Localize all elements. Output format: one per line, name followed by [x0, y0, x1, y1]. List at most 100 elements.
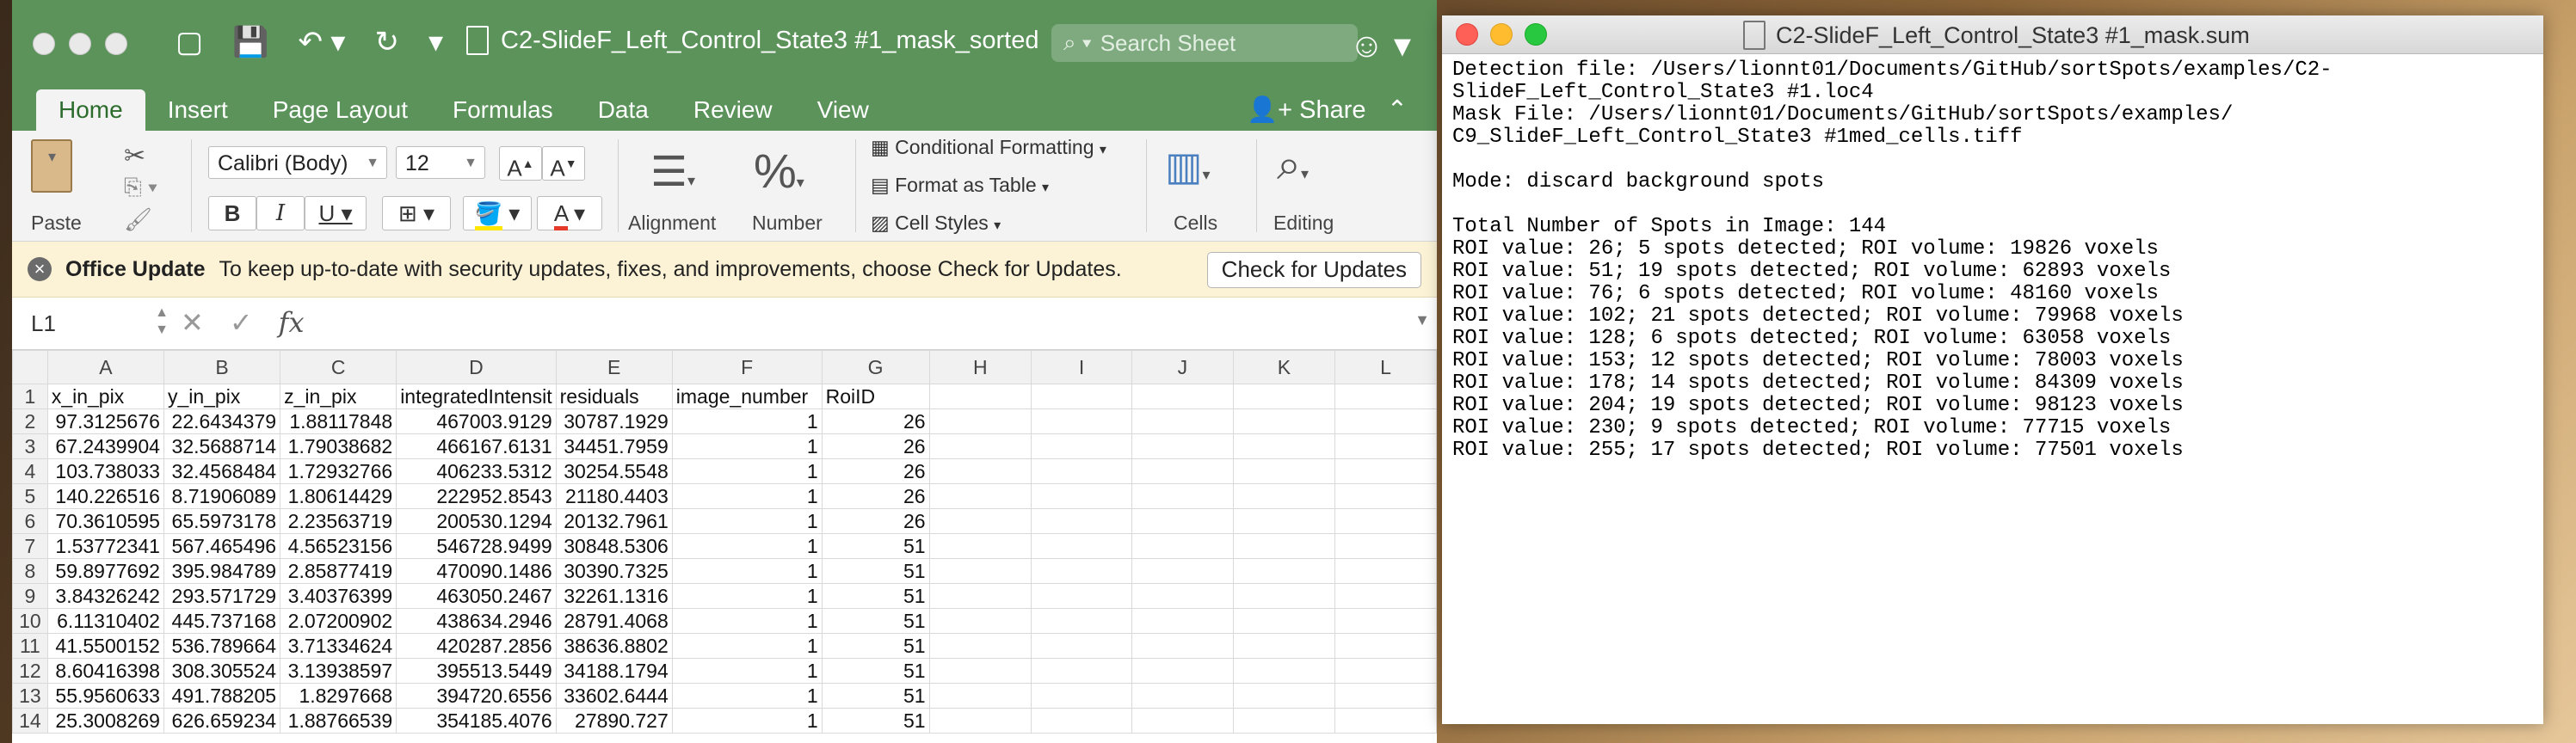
table-cell[interactable]: 438634.2946: [396, 608, 557, 634]
font-name-select[interactable]: Calibri (Body) ▼: [208, 146, 387, 179]
column-header[interactable]: F: [671, 350, 823, 384]
table-cell[interactable]: 1: [671, 708, 823, 734]
row-header[interactable]: 8: [12, 558, 48, 584]
table-cell[interactable]: 34188.1794: [555, 658, 673, 684]
insert-function-icon[interactable]: fx: [279, 306, 305, 339]
table-cell[interactable]: 20132.7961: [555, 508, 673, 534]
table-cell[interactable]: 26: [821, 408, 930, 434]
table-cell[interactable]: 3.71334624: [280, 633, 397, 659]
table-cell[interactable]: [1334, 433, 1437, 459]
table-cell[interactable]: 22.6434379: [163, 408, 281, 434]
table-cell[interactable]: [928, 633, 1032, 659]
table-cell[interactable]: 200530.1294: [396, 508, 557, 534]
table-cell[interactable]: [928, 483, 1032, 509]
font-size-select[interactable]: 12 ▼: [396, 146, 485, 179]
search-sheet-field[interactable]: ⌕ ▾ Search Sheet: [1051, 24, 1358, 62]
table-cell[interactable]: [1031, 458, 1132, 484]
minimize-window-button[interactable]: [69, 33, 91, 55]
table-cell[interactable]: 30390.7325: [555, 558, 673, 584]
table-cell[interactable]: 2.07200902: [280, 608, 397, 634]
table-cell[interactable]: [1131, 508, 1234, 534]
table-cell[interactable]: [1131, 483, 1234, 509]
table-cell[interactable]: 6.11310402: [46, 608, 164, 634]
table-cell[interactable]: [1131, 683, 1234, 709]
table-cell[interactable]: 463050.2467: [396, 583, 557, 609]
zoom-window-button[interactable]: [105, 33, 127, 55]
table-cell[interactable]: 536.789664: [163, 633, 281, 659]
table-cell[interactable]: 30787.1929: [555, 408, 673, 434]
table-cell[interactable]: [1232, 483, 1336, 509]
table-cell[interactable]: 1: [671, 508, 823, 534]
table-cell[interactable]: [1031, 508, 1132, 534]
table-cell[interactable]: 3.40376399: [280, 583, 397, 609]
select-all-corner[interactable]: [12, 350, 48, 384]
table-cell[interactable]: 1: [671, 533, 823, 559]
table-cell[interactable]: [1031, 433, 1132, 459]
table-cell[interactable]: 354185.4076: [396, 708, 557, 734]
table-cell[interactable]: 103.738033: [46, 458, 164, 484]
table-cell[interactable]: [1232, 608, 1336, 634]
paste-dropdown-icon[interactable]: ▾: [48, 148, 56, 166]
table-cell[interactable]: [1031, 384, 1132, 409]
table-cell[interactable]: [1334, 408, 1437, 434]
row-header[interactable]: 4: [12, 458, 48, 484]
table-cell[interactable]: 34451.7959: [555, 433, 673, 459]
table-cell[interactable]: 1: [671, 433, 823, 459]
table-cell[interactable]: 1: [671, 683, 823, 709]
copy-icon[interactable]: ⎘ ▾: [124, 174, 157, 201]
table-cell[interactable]: [1031, 708, 1132, 734]
table-cell[interactable]: [1334, 658, 1437, 684]
table-cell[interactable]: [928, 708, 1032, 734]
cut-icon[interactable]: ✂: [124, 141, 145, 171]
column-header[interactable]: D: [396, 350, 557, 384]
table-cell[interactable]: [1031, 683, 1132, 709]
table-cell[interactable]: 626.659234: [163, 708, 281, 734]
table-cell[interactable]: 140.226516: [46, 483, 164, 509]
table-cell[interactable]: 33602.6444: [555, 683, 673, 709]
table-cell[interactable]: 1.72932766: [280, 458, 397, 484]
row-header[interactable]: 1: [12, 384, 48, 409]
table-cell[interactable]: [1131, 458, 1234, 484]
tab-view[interactable]: View: [795, 89, 891, 131]
tab-formulas[interactable]: Formulas: [430, 89, 576, 131]
underline-button[interactable]: U ▾: [305, 196, 367, 230]
table-cell[interactable]: [1131, 708, 1234, 734]
table-cell[interactable]: 51: [821, 608, 930, 634]
magnifier-icon[interactable]: ⌕▾: [1277, 139, 1309, 190]
table-cell[interactable]: 1: [671, 633, 823, 659]
table-cell[interactable]: 567.465496: [163, 533, 281, 559]
percent-icon[interactable]: %▾: [754, 143, 804, 199]
feedback-smiley-icon[interactable]: ☺ ▾: [1349, 26, 1411, 65]
table-cell[interactable]: [928, 608, 1032, 634]
table-cell[interactable]: 8.60416398: [46, 658, 164, 684]
table-cell[interactable]: 1: [671, 408, 823, 434]
tab-insert[interactable]: Insert: [145, 89, 250, 131]
row-header[interactable]: 6: [12, 508, 48, 534]
table-cell[interactable]: integratedIntensit: [396, 384, 557, 409]
table-cell[interactable]: 2.85877419: [280, 558, 397, 584]
undo-icon[interactable]: ↶ ▾: [298, 22, 345, 62]
column-header[interactable]: H: [928, 350, 1032, 384]
table-cell[interactable]: [928, 658, 1032, 684]
table-cell[interactable]: 1: [671, 458, 823, 484]
column-header[interactable]: B: [163, 350, 281, 384]
font-color-button[interactable]: A ▾: [537, 196, 602, 230]
table-cell[interactable]: [1031, 533, 1132, 559]
close-window-button[interactable]: [33, 33, 55, 55]
table-cell[interactable]: [1334, 384, 1437, 409]
table-cell[interactable]: [928, 384, 1032, 409]
collapse-ribbon-icon[interactable]: ⌃: [1373, 96, 1408, 124]
table-cell[interactable]: 1: [671, 558, 823, 584]
table-cell[interactable]: 4.56523156: [280, 533, 397, 559]
table-cell[interactable]: 51: [821, 683, 930, 709]
minimize-window-button[interactable]: [1490, 23, 1513, 46]
row-header[interactable]: 3: [12, 433, 48, 459]
table-cell[interactable]: 21180.4403: [555, 483, 673, 509]
table-cell[interactable]: z_in_pix: [280, 384, 397, 409]
name-box[interactable]: L1 ▲ ▼: [22, 305, 172, 341]
row-header[interactable]: 9: [12, 583, 48, 609]
table-cell[interactable]: [928, 583, 1032, 609]
table-cell[interactable]: 51: [821, 633, 930, 659]
table-cell[interactable]: 26: [821, 458, 930, 484]
table-cell[interactable]: [1232, 558, 1336, 584]
